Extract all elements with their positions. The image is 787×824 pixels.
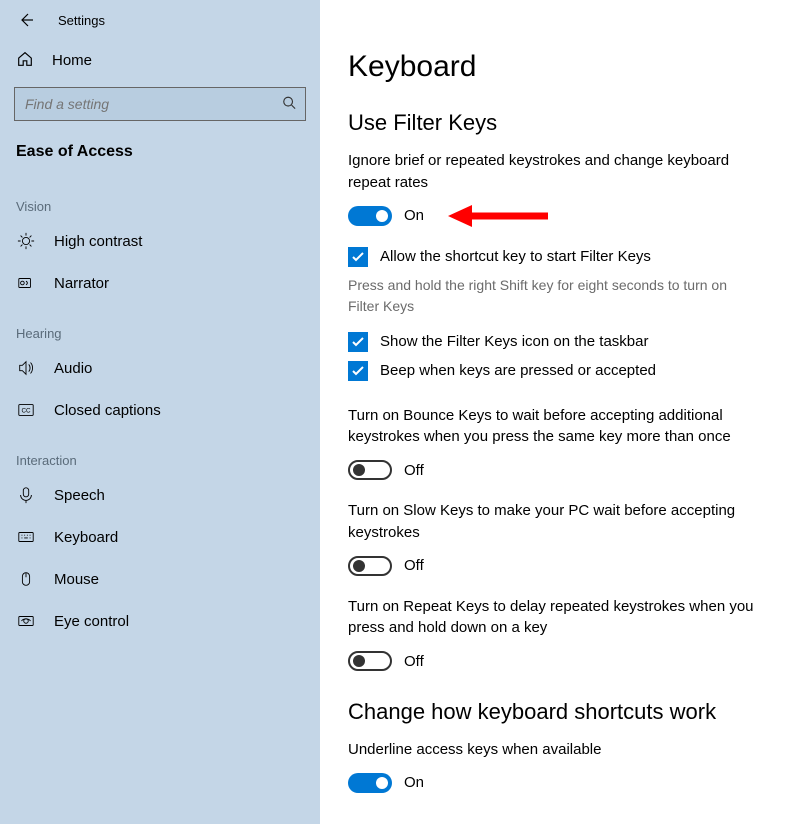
sidebar-item-high-contrast[interactable]: High contrast [0, 220, 320, 262]
group-label-interaction: Interaction [0, 431, 320, 474]
highlight-arrow-icon [448, 202, 548, 230]
repeat-keys-toggle[interactable] [348, 651, 392, 671]
sidebar-item-label: Speech [54, 487, 105, 504]
window-title: Settings [58, 13, 105, 28]
titlebar: Settings [0, 0, 320, 40]
sidebar-item-label: High contrast [54, 233, 142, 250]
mic-icon [16, 486, 36, 504]
search-input[interactable] [14, 87, 306, 121]
sidebar-section-title: Ease of Access [0, 135, 320, 177]
sidebar-item-mouse[interactable]: Mouse [0, 558, 320, 600]
page-title: Keyboard [348, 50, 759, 84]
arrow-left-icon [18, 12, 34, 28]
repeat-keys-toggle-label: Off [404, 653, 424, 670]
home-nav[interactable]: Home [0, 40, 320, 81]
bounce-keys-toggle[interactable] [348, 460, 392, 480]
back-button[interactable] [16, 10, 36, 30]
underline-description: Underline access keys when available [348, 739, 759, 761]
section-shortcuts-title: Change how keyboard shortcuts work [348, 699, 759, 725]
slow-keys-toggle-label: Off [404, 557, 424, 574]
search-box[interactable] [14, 87, 306, 121]
sidebar-item-narrator[interactable]: Narrator [0, 262, 320, 304]
narrator-icon [16, 274, 36, 292]
sidebar-item-label: Mouse [54, 571, 99, 588]
beep-label: Beep when keys are pressed or accepted [380, 360, 656, 381]
group-label-vision: Vision [0, 177, 320, 220]
svg-text:CC: CC [21, 408, 31, 415]
underline-toggle[interactable] [348, 773, 392, 793]
repeat-keys-description: Turn on Repeat Keys to delay repeated ke… [348, 596, 759, 640]
allow-shortcut-checkbox[interactable] [348, 247, 368, 267]
show-icon-label: Show the Filter Keys icon on the taskbar [380, 331, 648, 352]
sidebar-item-label: Narrator [54, 275, 109, 292]
mouse-icon [16, 570, 36, 588]
sidebar-item-label: Closed captions [54, 402, 161, 419]
group-label-hearing: Hearing [0, 304, 320, 347]
brightness-icon [16, 232, 36, 250]
home-icon [16, 50, 34, 71]
filter-keys-toggle-label: On [404, 207, 424, 224]
section-filter-keys-title: Use Filter Keys [348, 110, 759, 136]
underline-toggle-label: On [404, 774, 424, 791]
eye-icon [16, 612, 36, 630]
sidebar-item-label: Eye control [54, 613, 129, 630]
search-icon [282, 96, 296, 113]
sidebar-item-audio[interactable]: Audio [0, 347, 320, 389]
filter-keys-description: Ignore brief or repeated keystrokes and … [348, 150, 759, 194]
sidebar-item-closed-captions[interactable]: CC Closed captions [0, 389, 320, 431]
bounce-keys-description: Turn on Bounce Keys to wait before accep… [348, 405, 759, 449]
slow-keys-toggle[interactable] [348, 556, 392, 576]
audio-icon [16, 359, 36, 377]
content-pane: Keyboard Use Filter Keys Ignore brief or… [320, 0, 787, 824]
settings-sidebar: Settings Home Ease of Access Vision High… [0, 0, 320, 824]
allow-shortcut-hint: Press and hold the right Shift key for e… [348, 275, 759, 317]
slow-keys-description: Turn on Slow Keys to make your PC wait b… [348, 500, 759, 544]
show-icon-checkbox[interactable] [348, 332, 368, 352]
sidebar-item-label: Audio [54, 360, 92, 377]
keyboard-icon [16, 528, 36, 546]
filter-keys-toggle[interactable] [348, 206, 392, 226]
cc-icon: CC [16, 401, 36, 419]
beep-checkbox[interactable] [348, 361, 368, 381]
sidebar-item-speech[interactable]: Speech [0, 474, 320, 516]
allow-shortcut-label: Allow the shortcut key to start Filter K… [380, 246, 651, 267]
sidebar-item-label: Keyboard [54, 529, 118, 546]
sidebar-item-eye-control[interactable]: Eye control [0, 600, 320, 642]
bounce-keys-toggle-label: Off [404, 462, 424, 479]
sidebar-item-keyboard[interactable]: Keyboard [0, 516, 320, 558]
home-label: Home [52, 52, 92, 69]
